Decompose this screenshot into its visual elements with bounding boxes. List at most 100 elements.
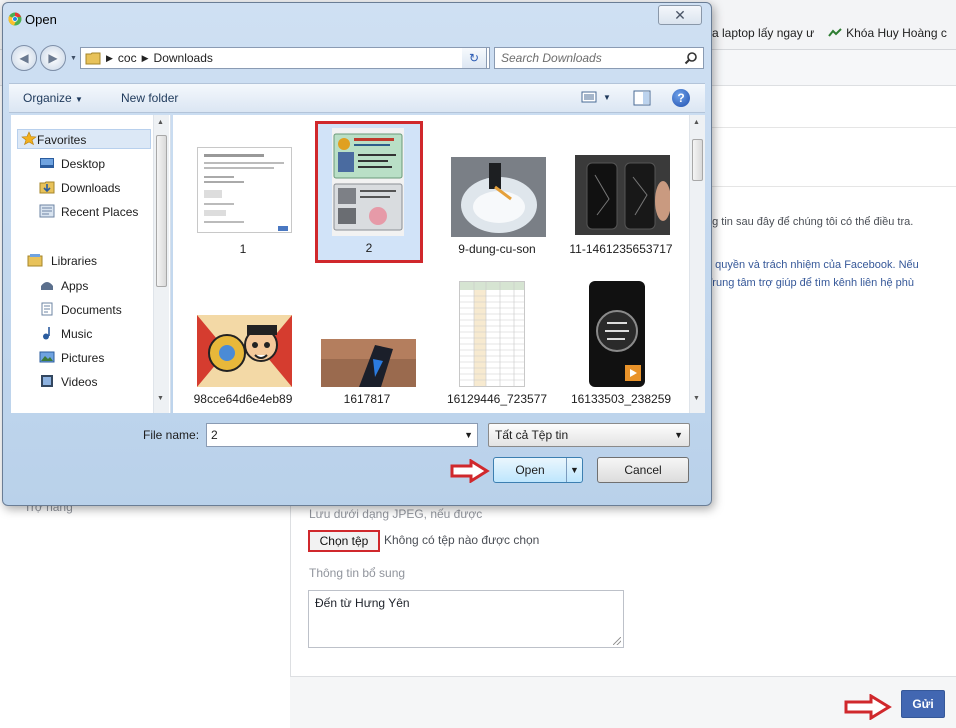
refresh-icon: ↻ <box>468 51 480 65</box>
open-button[interactable]: Open ▼ <box>493 457 583 483</box>
resize-grip-icon[interactable] <box>613 637 621 645</box>
bookmark-item[interactable]: a laptop lấy ngay ư <box>712 26 814 40</box>
file-item[interactable]: 1617817 <box>311 273 423 415</box>
search-placeholder: Search Downloads <box>501 51 602 65</box>
photo-thumbnail <box>575 155 670 235</box>
chevron-down-icon[interactable]: ▼ <box>464 430 473 440</box>
file-type-value: Tất cả Tệp tin <box>495 428 569 442</box>
close-button[interactable]: ✕ <box>658 5 702 25</box>
nav-item-desktop[interactable]: Desktop <box>61 157 105 171</box>
scroll-up-icon[interactable]: ▲ <box>157 119 164 126</box>
file-item[interactable]: 16129446_723577 <box>441 273 553 415</box>
breadcrumb-item[interactable]: coc <box>118 51 137 65</box>
file-name: 16129446_723577 <box>446 392 548 406</box>
documents-icon <box>41 302 53 316</box>
info-link-text[interactable]: Trung tâm trợ giúp để tìm kênh liên hệ p… <box>706 277 914 289</box>
extra-info-textarea[interactable]: Đến từ Hưng Yên <box>308 590 624 648</box>
file-item[interactable]: 9-dung-cu-son <box>441 119 553 261</box>
nav-item-recent-places[interactable]: Recent Places <box>61 205 138 219</box>
nav-favorites[interactable]: Favorites <box>37 133 86 147</box>
organize-label: Organize <box>23 91 72 105</box>
scroll-thumb[interactable] <box>156 135 167 287</box>
nav-libraries[interactable]: Libraries <box>51 254 97 268</box>
breadcrumb-separator-icon: ▶ <box>106 52 113 63</box>
extra-info-label: Thông tin bổ sung <box>309 566 406 580</box>
chevron-down-icon: ▼ <box>75 95 83 104</box>
annotation-arrow-icon <box>450 459 490 483</box>
no-file-text: Không có tệp nào được chọn <box>384 533 540 547</box>
star-icon <box>21 131 37 145</box>
choose-file-button[interactable]: Chọn tệp <box>308 530 380 552</box>
nav-item-apps[interactable]: Apps <box>61 279 88 293</box>
scroll-down-icon[interactable]: ▼ <box>693 395 700 402</box>
nav-scrollbar[interactable]: ▲ ▼ <box>153 115 169 413</box>
apps-icon <box>41 282 53 290</box>
bookmark-label: a laptop lấy ngay ư <box>712 26 815 40</box>
help-icon[interactable]: ? <box>672 89 690 107</box>
scroll-down-icon[interactable]: ▼ <box>157 395 164 402</box>
back-button[interactable]: ◀ <box>11 45 37 71</box>
spreadsheet-thumbnail <box>459 281 525 387</box>
folder-icon <box>85 52 101 65</box>
breadcrumb-separator-icon: ▶ <box>141 52 149 63</box>
open-split-dropdown-icon[interactable]: ▼ <box>566 458 582 482</box>
preview-pane-icon[interactable] <box>633 90 651 106</box>
nav-item-documents[interactable]: Documents <box>61 303 122 317</box>
id-card-thumbnail <box>332 128 404 236</box>
refresh-button[interactable]: ↻ <box>462 47 487 69</box>
dialog-title: Open <box>25 12 57 27</box>
forward-arrow-icon: ▶ <box>48 51 58 65</box>
file-name: 1617817 <box>343 392 391 406</box>
file-item-selected[interactable]: 2 <box>315 121 423 263</box>
cartoon-thumbnail <box>197 315 292 387</box>
search-icon[interactable] <box>684 51 698 65</box>
forward-button[interactable]: ▶ <box>40 45 66 71</box>
file-item[interactable]: 98cce64d6e4eb89 <box>187 273 299 415</box>
organize-button[interactable]: Organize ▼ <box>23 91 83 105</box>
info-link-text[interactable]: ề quyền và trách nhiệm của Facebook. Nếu <box>706 259 919 271</box>
search-input[interactable]: Search Downloads <box>494 47 704 69</box>
scroll-up-icon[interactable]: ▲ <box>693 119 700 126</box>
file-list-scrollbar[interactable]: ▲ ▼ <box>689 115 705 413</box>
chrome-icon <box>8 12 22 26</box>
filename-input[interactable]: 2 ▼ <box>206 423 478 447</box>
filename-value: 2 <box>211 428 218 442</box>
history-dropdown-icon[interactable]: ▼ <box>70 55 77 62</box>
new-folder-button[interactable]: New folder <box>121 91 178 105</box>
info-text: ng tin sau đây để chúng tôi có thể điều … <box>706 216 914 228</box>
file-item[interactable]: 1 <box>187 119 299 261</box>
nav-item-pictures[interactable]: Pictures <box>61 351 104 365</box>
photo-thumbnail <box>321 339 416 387</box>
recent-places-icon <box>39 204 55 218</box>
desktop-icon <box>40 158 54 168</box>
close-icon: ✕ <box>674 6 686 23</box>
file-type-select[interactable]: Tất cả Tệp tin ▼ <box>488 423 690 447</box>
document-thumbnail <box>197 147 292 233</box>
bookmarks-bar: a laptop lấy ngay ư Khóa Huy Hoàng c <box>712 22 947 44</box>
breadcrumb-item[interactable]: Downloads <box>154 51 213 65</box>
extra-info-value: Đến từ Hưng Yên <box>315 596 410 610</box>
navigation-pane: Favorites Desktop Downloads Recent Place… <box>11 115 171 413</box>
back-arrow-icon: ◀ <box>19 51 29 65</box>
video-thumbnail <box>589 281 645 387</box>
pictures-icon <box>39 351 55 363</box>
nav-item-videos[interactable]: Videos <box>61 375 97 389</box>
music-icon <box>43 327 50 340</box>
filename-label: File name: <box>143 428 200 442</box>
nav-item-downloads[interactable]: Downloads <box>61 181 120 195</box>
nav-item-music[interactable]: Music <box>61 327 92 341</box>
file-name: 9-dung-cu-son <box>458 242 536 256</box>
scroll-thumb[interactable] <box>692 139 703 181</box>
view-list-icon <box>581 91 597 103</box>
change-view-button[interactable]: ▼ <box>581 91 611 103</box>
downloads-icon <box>39 181 55 194</box>
save-hint: Lưu dưới dạng JPEG, nếu được <box>309 507 483 521</box>
file-item[interactable]: 16133503_238259 <box>565 273 677 415</box>
file-item[interactable]: 11-1461235653717 <box>565 119 677 261</box>
cancel-button[interactable]: Cancel <box>597 457 689 483</box>
send-button[interactable]: Gửi <box>901 690 945 718</box>
dialog-toolbar: Organize ▼ New folder ▼ ? <box>9 83 705 113</box>
file-name: 2 <box>365 241 373 255</box>
address-bar[interactable]: ▶ coc ▶ Downloads ▼ <box>80 47 490 69</box>
bookmark-item[interactable]: Khóa Huy Hoàng c <box>828 26 947 40</box>
